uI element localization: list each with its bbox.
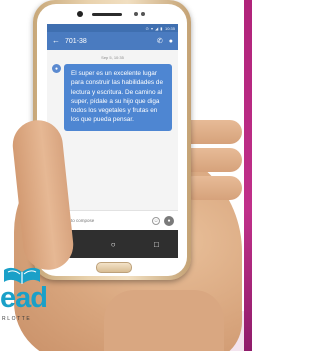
contact-icon[interactable]: ● [169,38,173,45]
message-row: ● El super es un excelente lugar para co… [47,64,178,131]
compose-input[interactable] [60,218,152,223]
status-icons: ⊙ ▾ ◢ ▮ [145,25,163,31]
status-bar: ⊙ ▾ ◢ ▮ 10:35 [47,24,178,32]
logo-subtitle: RLOTTE [2,316,32,322]
message-date: Sep 5, 10:35 [101,55,124,60]
nav-recent-icon[interactable]: □ [154,240,159,249]
earpiece-speaker [92,13,122,16]
sender-avatar-icon[interactable]: ● [52,64,61,73]
status-time: 10:35 [164,25,175,31]
hand-finger [182,176,242,200]
logo-wordmark: ead [0,282,48,314]
brand-logo: ead RLOTTE [0,254,60,324]
emoji-icon[interactable]: ☺ [152,216,160,225]
send-button[interactable]: ● [164,215,174,226]
nav-home-icon[interactable]: ○ [111,240,116,249]
back-arrow-icon[interactable]: ← [52,37,60,45]
call-icon[interactable]: ✆ [157,37,163,45]
physical-home-button[interactable] [96,262,132,273]
message-bubble[interactable]: El super es un excelente lugar para cons… [64,64,172,131]
sensor-icon [134,12,138,16]
conversation-title: 701-38 [65,37,87,45]
photo-scene: ⊙ ▾ ◢ ▮ 10:35 ← 701-38 ✆ ● Sep 5, 10:35 … [0,0,252,351]
front-camera-icon [77,11,83,17]
sensor-icon [141,12,145,16]
hand-wrist [104,290,224,351]
magenta-border [244,0,252,351]
app-bar: ← 701-38 ✆ ● [47,32,178,50]
